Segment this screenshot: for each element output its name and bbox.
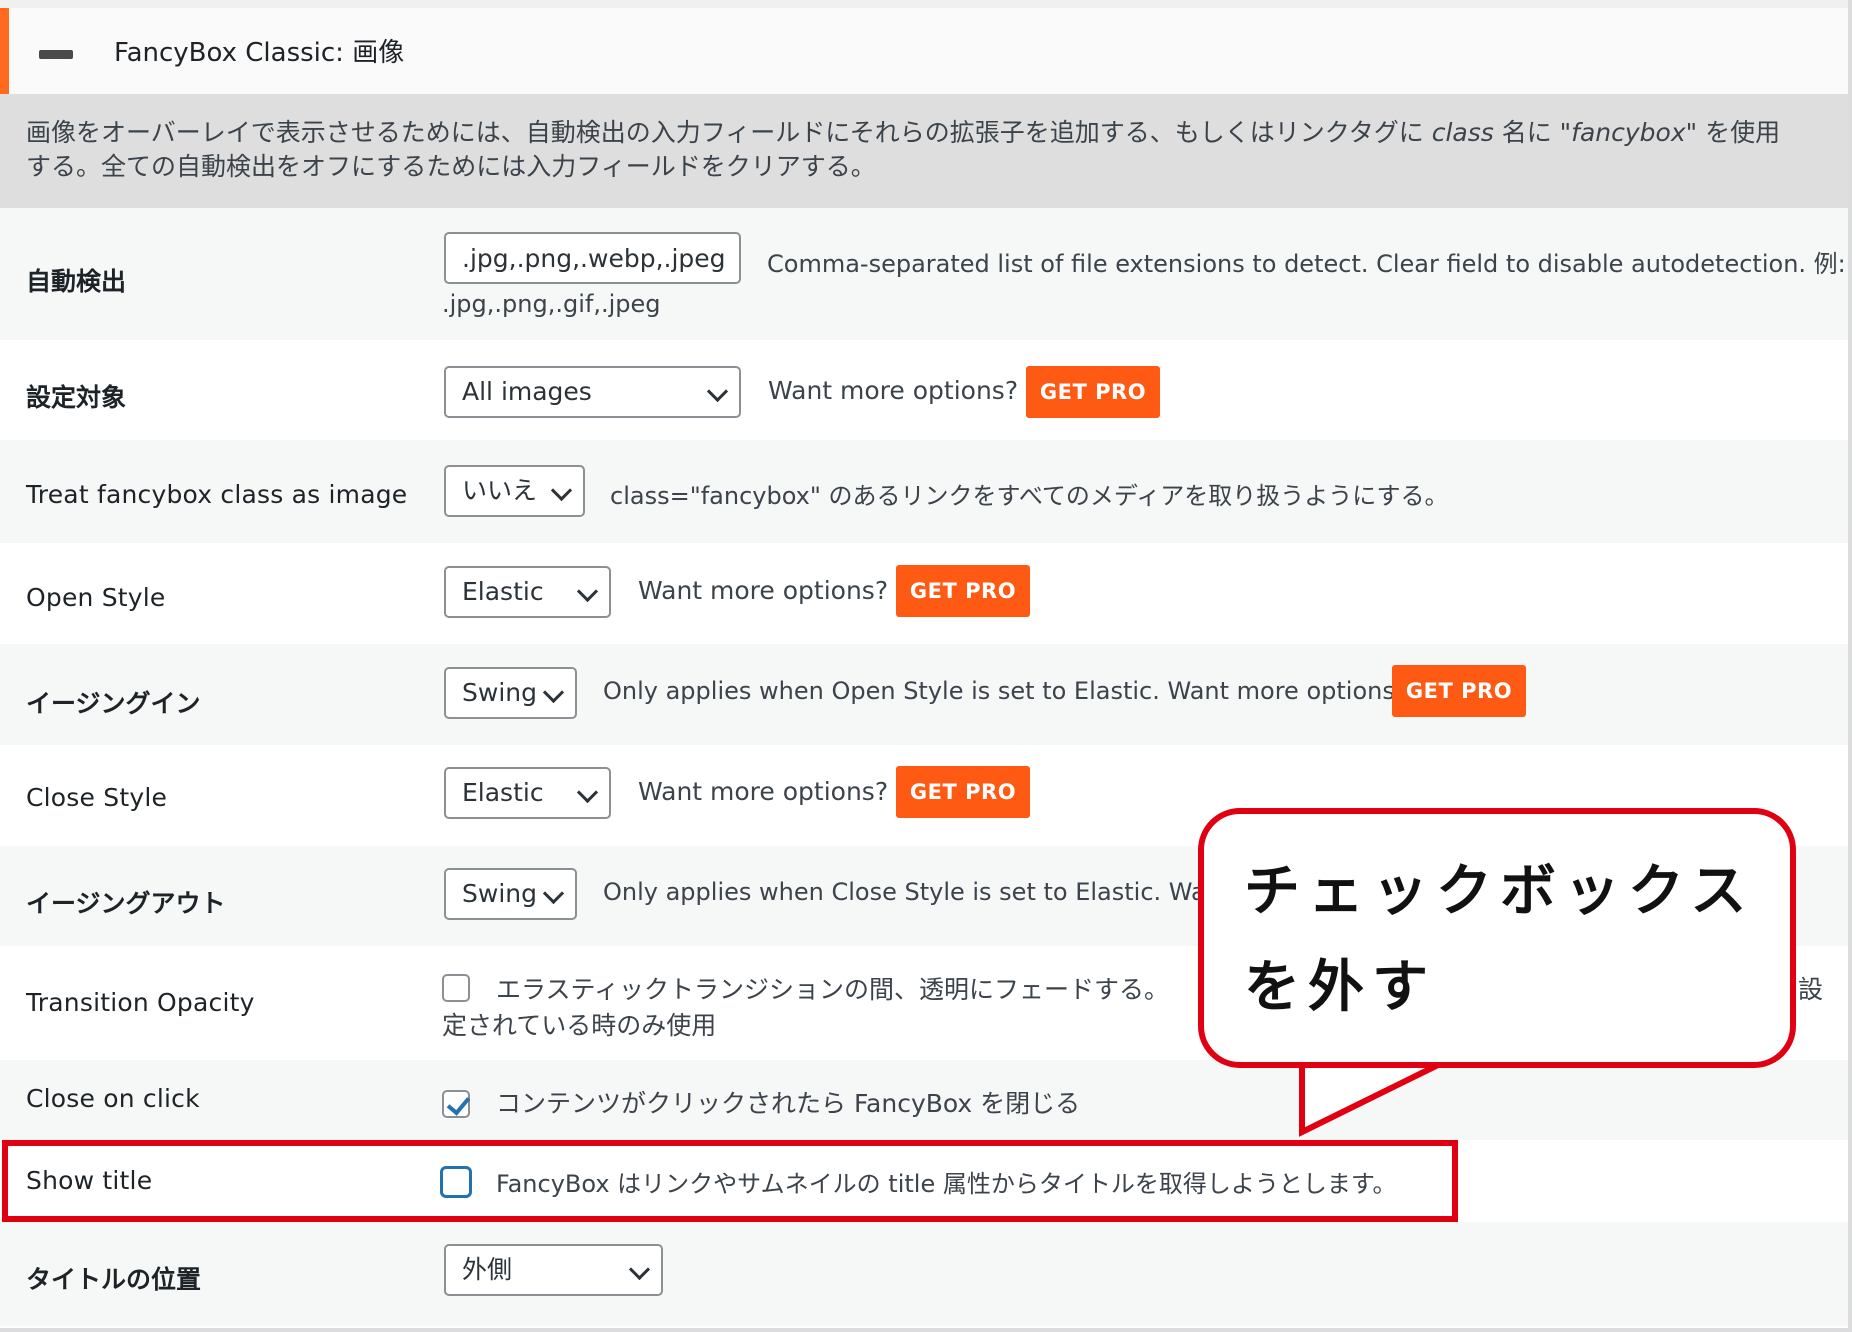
row-title-position: タイトルの位置 外側 xyxy=(0,1222,1848,1326)
target-label: 設定対象 xyxy=(26,383,127,412)
chevron-down-icon xyxy=(542,882,565,905)
target-help: Want more options? xyxy=(768,376,1019,405)
open-style-select-value: Elastic xyxy=(462,577,544,606)
easing-in-label: イージングイン xyxy=(26,689,201,718)
show-title-label: Show title xyxy=(26,1166,153,1195)
callout-line2: を外す xyxy=(1244,955,1436,1020)
row-easing-in: イージングイン Swing Only applies when Open Sty… xyxy=(0,644,1848,745)
callout-line1: チェックボックス xyxy=(1244,859,1755,924)
section-header[interactable]: FancyBox Classic: 画像 xyxy=(0,8,1848,94)
callout-bubble: チェックボックス を外す xyxy=(1198,808,1796,1068)
close-style-select[interactable]: Elastic xyxy=(444,767,611,819)
desc-text: 名に xyxy=(1493,118,1560,147)
row-show-title: Show title FancyBox はリンクやサムネイルの title 属性… xyxy=(0,1140,1848,1222)
autodetect-label: 自動検出 xyxy=(26,267,127,296)
settings-panel: FancyBox Classic: 画像 画像をオーバーレイで表示させるためには… xyxy=(0,0,1852,1332)
treat-class-label: Treat fancybox class as image xyxy=(26,480,408,509)
close-on-click-help: コンテンツがクリックされたら FancyBox を閉じる xyxy=(496,1089,1081,1118)
get-pro-button[interactable]: GET PRO xyxy=(896,766,1030,818)
treat-class-select[interactable]: いいえ xyxy=(444,465,585,517)
treat-class-help: class="fancybox" のあるリンクをすべてのメディアを取り扱うように… xyxy=(610,482,1449,510)
callout-tail xyxy=(1299,1060,1442,1137)
open-style-select[interactable]: Elastic xyxy=(444,566,611,618)
desc-text: 画像をオーバーレイで表示させるためには、自動検出の入力フィールドにそれらの拡張子… xyxy=(26,118,1432,147)
open-style-help: Want more options? xyxy=(638,576,889,605)
show-title-help: FancyBox はリンクやサムネイルの title 属性からタイトルを取得しよ… xyxy=(496,1170,1397,1198)
close-style-select-value: Elastic xyxy=(462,778,544,807)
transition-opacity-label: Transition Opacity xyxy=(26,988,255,1017)
chevron-down-icon xyxy=(576,781,599,804)
easing-in-help: Only applies when Open Style is set to E… xyxy=(603,677,1408,705)
chevron-down-icon xyxy=(576,580,599,603)
chevron-down-icon xyxy=(628,1258,651,1281)
desc-fancybox-word: "fancybox" xyxy=(1559,118,1698,147)
easing-in-select-value: Swing xyxy=(462,678,537,707)
autodetect-input[interactable] xyxy=(444,232,741,284)
title-position-select-value: 外側 xyxy=(462,1255,513,1284)
row-target: 設定対象 All images Want more options? GET P… xyxy=(0,340,1848,440)
open-style-label: Open Style xyxy=(26,583,166,612)
top-divider xyxy=(0,0,1848,8)
close-on-click-checkbox[interactable] xyxy=(442,1090,471,1118)
transition-opacity-help-tail: 設 xyxy=(1798,975,1824,1004)
target-select[interactable]: All images xyxy=(444,366,741,418)
title-position-label: タイトルの位置 xyxy=(26,1265,202,1294)
easing-in-select[interactable]: Swing xyxy=(444,667,577,719)
show-title-checkbox[interactable] xyxy=(440,1166,472,1198)
title-position-select[interactable]: 外側 xyxy=(444,1244,663,1296)
callout-text: チェックボックス を外す xyxy=(1244,844,1754,1036)
get-pro-button[interactable]: GET PRO xyxy=(1392,665,1526,717)
transition-opacity-checkbox[interactable] xyxy=(442,974,470,1002)
desc-class-word: class xyxy=(1431,118,1494,147)
easing-out-select[interactable]: Swing xyxy=(444,868,577,920)
section-description: 画像をオーバーレイで表示させるためには、自動検出の入力フィールドにそれらの拡張子… xyxy=(0,94,1848,208)
target-select-value: All images xyxy=(462,377,592,406)
chevron-down-icon xyxy=(706,380,729,403)
checkmark-icon xyxy=(446,1091,471,1116)
autodetect-help: Comma-separated list of file extensions … xyxy=(767,250,1846,278)
close-style-help: Want more options? xyxy=(638,777,889,806)
treat-class-select-value: いいえ xyxy=(462,476,538,505)
bottom-divider xyxy=(0,1328,1848,1332)
get-pro-button[interactable]: GET PRO xyxy=(1026,366,1160,418)
easing-out-help: Only applies when Close Style is set to … xyxy=(603,878,1231,906)
row-close-on-click: Close on click コンテンツがクリックされたら FancyBox を… xyxy=(0,1060,1848,1140)
desc-text: を使用 xyxy=(1697,118,1781,147)
transition-opacity-help-line2: 定されている時のみ使用 xyxy=(442,1011,717,1040)
settings-screenshot: FancyBox Classic: 画像 画像をオーバーレイで表示させるためには… xyxy=(0,0,1856,1332)
easing-out-select-value: Swing xyxy=(462,879,537,908)
section-title: FancyBox Classic: 画像 xyxy=(114,38,405,68)
autodetect-help-example: .jpg,.png,.gif,.jpeg xyxy=(442,290,661,318)
chevron-down-icon xyxy=(542,681,565,704)
easing-out-label: イージングアウト xyxy=(26,889,226,918)
collapse-icon[interactable] xyxy=(39,50,73,59)
close-on-click-label: Close on click xyxy=(26,1084,200,1113)
get-pro-button[interactable]: GET PRO xyxy=(896,565,1030,617)
chevron-down-icon xyxy=(550,479,573,502)
row-treat-class: Treat fancybox class as image いいえ class=… xyxy=(0,440,1848,543)
row-autodetect: 自動検出 Comma-separated list of file extens… xyxy=(0,208,1848,340)
row-open-style: Open Style Elastic Want more options? GE… xyxy=(0,543,1848,644)
close-style-label: Close Style xyxy=(26,783,168,812)
transition-opacity-help: エラスティックトランジションの間、透明にフェードする。 xyxy=(496,975,1170,1004)
desc-text-line2: する。全ての自動検出をオフにするためには入力フィールドをクリアする。 xyxy=(26,152,876,181)
